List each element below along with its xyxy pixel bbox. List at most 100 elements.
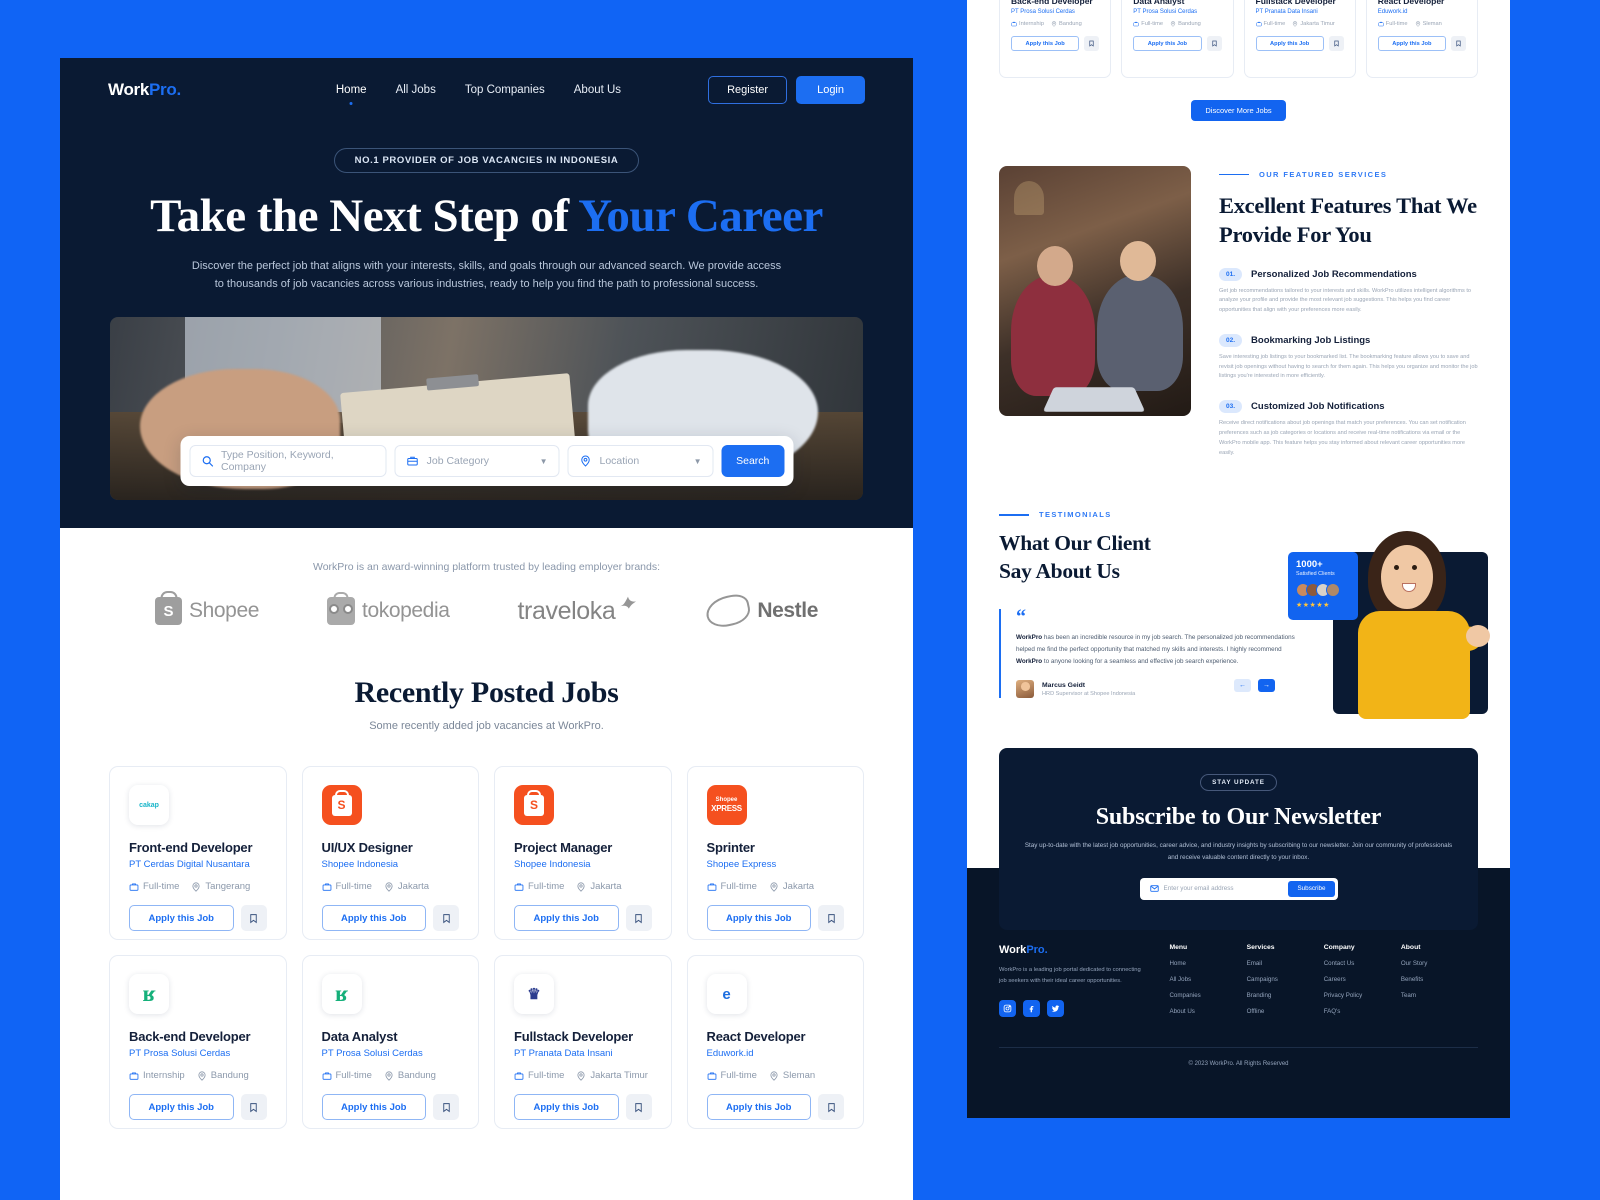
main-page-artboard: WorkPro. Home All Jobs Top Companies Abo… [60,58,913,1200]
footer-column-heading: Services [1246,944,1275,951]
apply-button[interactable]: Apply this Job [321,1094,426,1121]
register-button[interactable]: Register [708,76,788,104]
job-card[interactable]: ♛Fullstack DeveloperPT Pranata Data Insa… [494,955,672,1130]
login-button[interactable]: Login [796,76,865,104]
shopee-logo: S [331,794,352,816]
search-keyword-field[interactable]: Type Position, Keyword, Company [189,445,387,478]
discover-more-jobs-button[interactable]: Discover More Jobs [1191,100,1286,121]
location-select[interactable]: Location ▼ [567,445,714,478]
job-company: Shopee Express [706,859,777,871]
footer-link[interactable]: Benefits [1401,976,1478,983]
job-card-actions: Apply this Job [129,905,267,932]
job-card[interactable]: ʁData AnalystPT Prosa Solusi CerdasFull-… [1121,0,1234,78]
nav-link-home[interactable]: Home [336,84,367,96]
footer-link[interactable]: Privacy Policy [1324,992,1401,999]
bookmark-button[interactable] [818,905,844,932]
job-card[interactable]: Shopee XPRESS Sprinter Shopee Express Full-t… [686,766,864,941]
bookmark-button[interactable] [433,905,459,932]
nav-link-about-us[interactable]: About Us [574,84,621,96]
job-location: Jakarta [769,881,814,892]
job-card[interactable]: S UI/UX Designer Shopee Indonesia Full-time… [301,766,479,941]
bookmark-button[interactable] [818,1094,844,1121]
bookmark-button[interactable] [1206,36,1222,51]
features-eyebrow: OUR FEATURED SERVICES [1219,170,1478,179]
job-card[interactable]: cakap Front-end Developer PT Cerdas Digita… [109,766,287,941]
newsletter-section: STAY UPDATE Subscribe to Our Newsletter … [999,748,1478,930]
footer-link[interactable]: FAQ's [1324,1008,1401,1015]
carousel-next-button[interactable]: → [1258,679,1275,693]
job-card[interactable]: S Project Manager Shopee Indonesia Full-tim… [494,766,672,941]
apply-button[interactable]: Apply this Job [1255,36,1324,51]
location-pin-icon [1415,21,1421,27]
email-placeholder: Enter your email address [1163,885,1234,893]
apply-button[interactable]: Apply this Job [706,905,811,932]
job-meta: Full-time Tangerang [129,881,267,892]
social-links [999,1000,1169,1017]
subscribe-button[interactable]: Subscribe [1288,880,1335,897]
job-card[interactable]: ♛Fullstack DeveloperPT Pranata Data Insa… [1243,0,1356,78]
job-title: Back-end Developer [129,1029,251,1045]
bookmark-button[interactable] [240,905,267,932]
footer-link[interactable]: Team [1401,992,1478,999]
apply-button[interactable]: Apply this Job [1133,36,1202,51]
brand-label: tokopedia [362,599,450,623]
job-category-select[interactable]: Job Category ▼ [394,445,560,478]
apply-button[interactable]: Apply this Job [514,1094,619,1121]
bookmark-button[interactable] [1328,36,1344,51]
job-title: Front-end Developer [129,840,253,856]
bookmark-button[interactable] [433,1094,459,1121]
job-card-actions: Apply this Job [1377,36,1466,51]
bookmark-button[interactable] [1451,36,1466,51]
apply-button[interactable]: Apply this Job [1011,36,1080,51]
footer-link[interactable]: Offline [1247,1008,1324,1015]
instagram-icon[interactable] [999,1000,1016,1017]
footer-link[interactable]: Our Story [1401,960,1478,967]
twitter-icon[interactable] [1047,1000,1064,1017]
footer-logo-dark: Work [999,944,1027,956]
apply-button[interactable]: Apply this Job [1377,36,1446,51]
carousel-prev-button[interactable]: ← [1234,679,1251,693]
footer-link[interactable]: All Jobs [1169,976,1246,983]
apply-button[interactable]: Apply this Job [321,905,426,932]
bookmark-button[interactable] [240,1094,267,1121]
apply-button[interactable]: Apply this Job [514,905,619,932]
job-card-actions: Apply this Job [706,1094,844,1121]
job-card[interactable]: eReact DeveloperEduwork.idFull-timeSlema… [686,955,864,1130]
location-pin-icon [576,1071,586,1081]
job-card-actions: Apply this Job [514,1094,652,1121]
bookmark-button[interactable] [625,1094,652,1121]
nav-link-all-jobs[interactable]: All Jobs [396,84,436,96]
job-card[interactable]: ʁData AnalystPT Prosa Solusi CerdasFull-… [301,955,479,1130]
footer-link[interactable]: Campaigns [1247,976,1324,983]
job-meta: Internship Bandung [129,1070,267,1081]
job-category-value: Job Category [426,455,490,468]
bookmark-button[interactable] [625,905,652,932]
job-card[interactable]: eReact DeveloperEduwork.idFull-timeSlema… [1365,0,1478,78]
footer-link[interactable]: Branding [1247,992,1324,999]
hero-image: Type Position, Keyword, Company Job Cate… [110,317,863,501]
search-button[interactable]: Search [721,445,784,478]
footer-link[interactable]: Companies [1169,992,1246,999]
bookmark-button[interactable] [1084,36,1100,51]
job-card-actions: Apply this Job [1011,36,1100,51]
job-card-actions: Apply this Job [1255,36,1344,51]
site-logo[interactable]: WorkPro. [108,80,181,100]
briefcase-icon [514,1071,524,1081]
nav-link-top-companies[interactable]: Top Companies [465,84,545,96]
apply-button[interactable]: Apply this Job [129,905,234,932]
job-type: Full-time [1255,21,1285,27]
job-card[interactable]: ʁBack-end DeveloperPT Prosa Solusi Cerda… [109,955,287,1130]
footer-logo[interactable]: WorkPro. [999,944,1169,956]
job-location: Tangerang [191,881,250,892]
footer-link[interactable]: Email [1247,960,1324,967]
job-company: PT Prosa Solusi Cerdas [1133,9,1198,15]
email-field[interactable]: Enter your email address [1143,884,1289,893]
apply-button[interactable]: Apply this Job [129,1094,234,1121]
footer-link[interactable]: Home [1169,960,1246,967]
footer-link[interactable]: Contact Us [1324,960,1401,967]
footer-link[interactable]: Careers [1324,976,1401,983]
apply-button[interactable]: Apply this Job [706,1094,811,1121]
facebook-icon[interactable] [1023,1000,1040,1017]
job-card[interactable]: ʁBack-end DeveloperPT Prosa Solusi Cerda… [999,0,1112,78]
footer-link[interactable]: About Us [1169,1008,1246,1015]
